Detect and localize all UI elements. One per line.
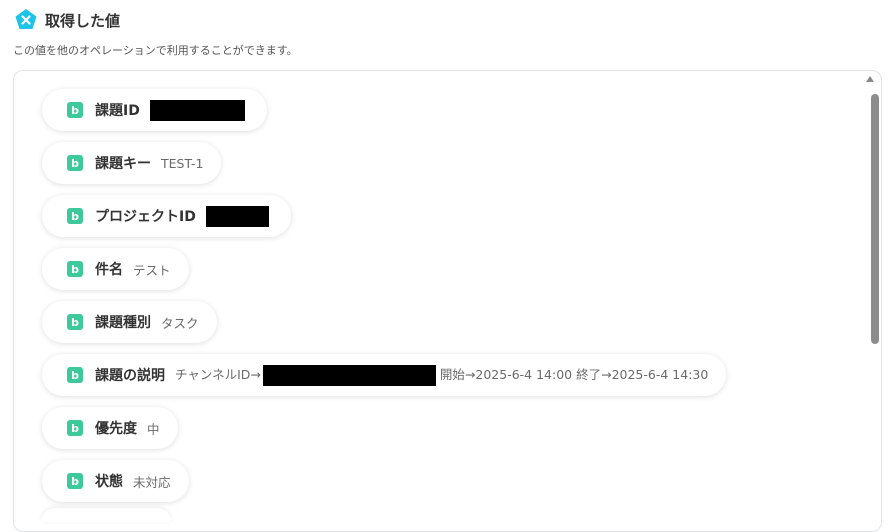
chip-label: 状態 xyxy=(95,474,123,490)
value-chip-issue-id[interactable]: b 課題ID xyxy=(42,89,267,131)
chip-label: 件名 xyxy=(95,262,123,278)
chip-value-prefix: チャンネルID→ xyxy=(175,367,261,382)
value-chip-description[interactable]: b 課題の説明 チャンネルID→ 開始→2025-6-4 14:00 終了→202… xyxy=(42,354,727,396)
value-chip-issue-key[interactable]: b 課題キー TEST-1 xyxy=(42,142,222,184)
chip-value: チャンネルID→ 開始→2025-6-4 14:00 終了→2025-6-4 14… xyxy=(175,364,708,386)
yoom-logo-icon xyxy=(15,9,37,29)
chip-value xyxy=(149,99,249,121)
chip-value xyxy=(205,205,273,227)
value-chip-issue-type[interactable]: b 課題種別 タスク xyxy=(42,301,217,343)
backlog-icon: b xyxy=(67,208,83,224)
chip-label: 課題種別 xyxy=(95,315,151,331)
backlog-icon: b xyxy=(67,473,83,489)
value-chip-project-id[interactable]: b プロジェクトID xyxy=(42,195,291,237)
section-title: 取得した値 xyxy=(45,11,121,30)
redacted-value xyxy=(205,205,269,227)
backlog-icon: b xyxy=(67,367,83,383)
chip-label: 課題キー xyxy=(95,156,151,172)
chip-label: プロジェクトID xyxy=(95,209,196,225)
redacted-value xyxy=(262,365,436,386)
chip-value: TEST-1 xyxy=(161,155,204,171)
chip-label: 課題ID xyxy=(95,103,140,119)
section-header: 取得した値 xyxy=(14,8,120,32)
value-chip-subject[interactable]: b 件名 テスト xyxy=(42,248,189,290)
scrollbar-thumb[interactable] xyxy=(871,94,879,344)
value-chip-status[interactable]: b 状態 未対応 xyxy=(42,460,189,502)
value-chip-partial[interactable] xyxy=(41,508,171,522)
backlog-icon: b xyxy=(67,102,83,118)
value-list: b 課題ID b 課題キー TEST-1 b プロジェクトID b 件名 テスト… xyxy=(42,89,727,513)
chip-label: 課題の説明 xyxy=(95,368,165,384)
chip-label: 優先度 xyxy=(95,421,137,437)
backlog-icon: b xyxy=(67,155,83,171)
backlog-icon: b xyxy=(67,261,83,277)
chip-value: 未対応 xyxy=(133,474,171,490)
value-chip-priority[interactable]: b 優先度 中 xyxy=(42,407,178,449)
backlog-icon: b xyxy=(67,420,83,436)
chip-value: 中 xyxy=(147,421,160,437)
chip-value-suffix: 開始→2025-6-4 14:00 終了→2025-6-4 14:30 xyxy=(439,367,709,382)
redacted-value xyxy=(149,99,245,121)
chip-value: タスク xyxy=(161,315,199,331)
scroll-up-arrow-icon[interactable] xyxy=(866,76,874,82)
backlog-icon: b xyxy=(67,314,83,330)
section-description: この値を他のオペレーションで利用することができます。 xyxy=(13,44,298,57)
chip-value: テスト xyxy=(133,262,171,278)
values-panel: b 課題ID b 課題キー TEST-1 b プロジェクトID b 件名 テスト… xyxy=(13,70,882,532)
